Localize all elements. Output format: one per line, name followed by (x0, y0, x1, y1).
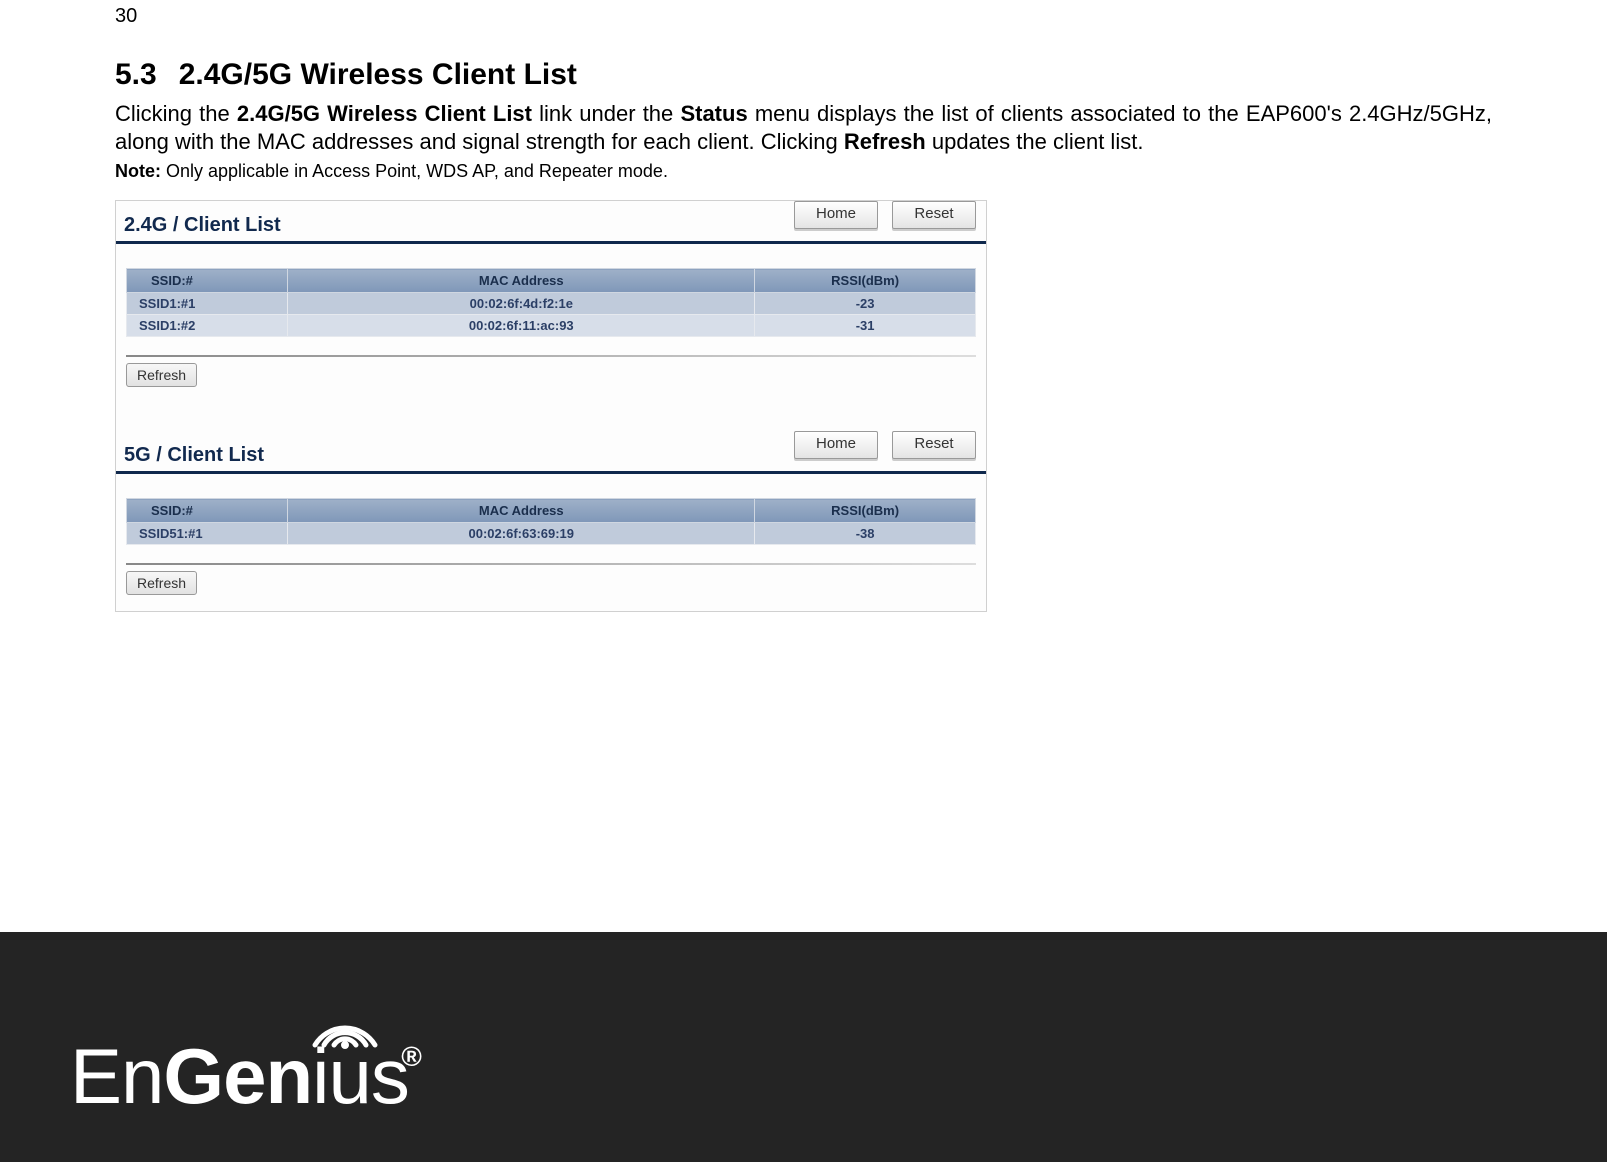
header-buttons-5g: Home Reset (794, 431, 976, 459)
note-line: Note: Only applicable in Access Point, W… (115, 161, 1492, 182)
refresh-button-24g[interactable]: Refresh (126, 363, 197, 387)
reset-button[interactable]: Reset (892, 431, 976, 459)
section-heading: 5.3 2.4G/5G Wireless Client List (115, 58, 1492, 92)
reset-button[interactable]: Reset (892, 201, 976, 229)
client-table-5g: SSID:# MAC Address RSSI(dBm) SSID51:#1 0… (126, 498, 976, 545)
col-mac: MAC Address (288, 269, 755, 293)
section-5g-title: 5G / Client List (124, 444, 264, 467)
client-table-24g: SSID:# MAC Address RSSI(dBm) SSID1:#1 00… (126, 268, 976, 337)
section-5g-header: 5G / Client List Home Reset (116, 431, 986, 474)
paragraph-main: Clicking the 2.4G/5G Wireless Client Lis… (115, 100, 1492, 155)
section-24g-header: 2.4G / Client List Home Reset (116, 201, 986, 244)
divider (126, 355, 976, 357)
logo-text-b: Gen (163, 1032, 312, 1120)
home-button[interactable]: Home (794, 431, 878, 459)
note-label: Note: (115, 161, 161, 181)
table-row: SSID51:#1 00:02:6f:63:69:19 -38 (127, 523, 976, 545)
col-ssid: SSID:# (127, 269, 288, 293)
col-rssi: RSSI(dBm) (755, 269, 976, 293)
engenius-logo: EnGenius® (70, 1027, 500, 1122)
page-number: 30 (115, 0, 1492, 58)
col-mac: MAC Address (288, 499, 755, 523)
table-row: SSID1:#1 00:02:6f:4d:f2:1e -23 (127, 293, 976, 315)
col-ssid: SSID:# (127, 499, 288, 523)
footer-band: EnGenius® (0, 932, 1607, 1162)
note-text: Only applicable in Access Point, WDS AP,… (161, 161, 668, 181)
header-buttons-24g: Home Reset (794, 201, 976, 229)
heading-number: 5.3 (115, 58, 157, 92)
table-row: SSID1:#2 00:02:6f:11:ac:93 -31 (127, 315, 976, 337)
heading-title: 2.4G/5G Wireless Client List (179, 58, 577, 91)
divider (126, 563, 976, 565)
embedded-screenshot: 2.4G / Client List Home Reset SSID:# MAC… (115, 200, 987, 612)
refresh-button-5g[interactable]: Refresh (126, 571, 197, 595)
home-button[interactable]: Home (794, 201, 878, 229)
registered-icon: ® (401, 1041, 421, 1073)
logo-text-a: En (70, 1032, 163, 1120)
section-24g-title: 2.4G / Client List (124, 214, 281, 237)
col-rssi: RSSI(dBm) (755, 499, 976, 523)
logo-text-c: ius (312, 1032, 409, 1120)
